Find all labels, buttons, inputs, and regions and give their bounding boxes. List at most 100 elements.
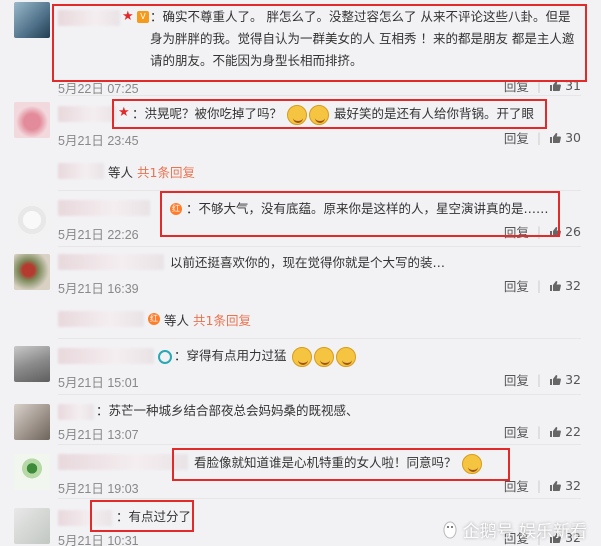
- teal-badge-icon: [158, 350, 172, 364]
- username[interactable]: [58, 254, 164, 270]
- avatar[interactable]: [14, 346, 50, 382]
- thumbs-up-icon: [550, 226, 562, 237]
- comment-text: 以前还挺喜欢你的，现在觉得你就是个大写的装…: [170, 255, 446, 270]
- avatar[interactable]: [14, 102, 50, 138]
- comment-text: ：苏芒一种城乡结合部夜总会妈妈桑的既视感、: [96, 403, 359, 418]
- reply-button[interactable]: 回复: [504, 222, 529, 241]
- comment-text-line: ：洪晃呢？被你吃掉了吗？ 最好笑的是还有人给你背锅。开了眼: [132, 103, 534, 125]
- username[interactable]: [58, 200, 150, 216]
- like-button[interactable]: 30: [549, 130, 581, 145]
- comment-time: 5月21日 22:26: [58, 228, 139, 242]
- thumbs-up-icon: [550, 480, 562, 491]
- vip-badge-icon: V: [137, 11, 149, 23]
- reply-button[interactable]: 回复: [504, 476, 529, 495]
- like-button[interactable]: 26: [549, 224, 581, 239]
- comment-text: ：不够大气，没有底蕴。原来你是这样的人，星空演讲真的是……: [186, 201, 549, 216]
- avatar[interactable]: [14, 508, 50, 544]
- comment-text: ：确实不尊重人了。 胖怎么了。没整过容怎么了 从来不评论这些八卦。但是身为胖胖的…: [150, 9, 575, 68]
- like-button[interactable]: 32: [549, 372, 581, 387]
- username[interactable]: [58, 454, 188, 470]
- red-badge-icon: 红: [148, 313, 160, 325]
- username: [58, 163, 104, 179]
- comment-item: 看脸像就知道谁是心机特重的女人啦！同意吗？ 5月21日 19:03 回复 | 3…: [0, 446, 601, 496]
- red-badge-icon: 红: [170, 203, 182, 215]
- comment-actions: 回复 | 26: [504, 222, 581, 241]
- avatar[interactable]: [14, 404, 50, 440]
- sub-reply-label: 等人: [164, 312, 190, 328]
- thumbs-up-icon: [550, 280, 562, 291]
- comment-time: 5月21日 15:01: [58, 376, 139, 390]
- like-button[interactable]: 22: [549, 424, 581, 439]
- thumbs-up-icon: [550, 426, 562, 437]
- watermark-text: 企鹅号 娱乐新看: [462, 522, 587, 542]
- username[interactable]: [58, 106, 116, 122]
- sub-reply-count[interactable]: 共1条回复: [193, 310, 251, 329]
- like-count: 26: [565, 224, 581, 239]
- comment-item: ：穿得有点用力过猛 5月21日 15:01 回复 | 32: [0, 340, 601, 392]
- comment-actions: 回复 | 32: [504, 370, 581, 389]
- laughing-emoji-icon: [335, 346, 356, 367]
- divider: [58, 338, 581, 339]
- reply-button[interactable]: 回复: [504, 370, 529, 389]
- comment-actions: 回复 | 31: [504, 76, 581, 95]
- divider: |: [536, 78, 542, 93]
- comment-actions: 回复 | 22: [504, 422, 581, 441]
- comment-text: ：有点过分了: [116, 509, 192, 524]
- comment-item: ：苏芒一种城乡结合部夜总会妈妈桑的既视感、 5月21日 13:07 回复 | 2…: [0, 396, 601, 442]
- comment-time: 5月21日 16:39: [58, 282, 139, 296]
- divider: [58, 444, 581, 445]
- comment-item: ★ V ：确实不尊重人了。 胖怎么了。没整过容怎么了 从来不评论这些八卦。但是身…: [0, 0, 601, 96]
- sub-reply-label: 等人: [108, 164, 134, 180]
- username[interactable]: [58, 348, 154, 364]
- thumbs-up-icon: [550, 374, 562, 385]
- like-count: 32: [565, 278, 581, 293]
- divider: [58, 190, 581, 191]
- comment-actions: 回复 | 32: [504, 276, 581, 295]
- avatar[interactable]: [14, 454, 50, 490]
- comment-text: ：穿得有点用力过猛: [174, 348, 287, 363]
- divider: [58, 394, 581, 395]
- watermark: 企鹅号 娱乐新看: [441, 517, 587, 542]
- penguin-logo-icon: [443, 521, 457, 538]
- avatar[interactable]: [14, 2, 50, 38]
- username: [58, 311, 144, 327]
- username[interactable]: [58, 404, 94, 420]
- like-count: 22: [565, 424, 581, 439]
- comment-text: 看脸像就知道谁是心机特重的女人啦！同意吗？: [194, 455, 457, 470]
- star-badge-icon: ★: [118, 105, 130, 120]
- sub-reply-summary[interactable]: 等人 共1条回复: [58, 160, 195, 182]
- comment-item: 以前还挺喜欢你的，现在觉得你就是个大写的装… 5月21日 16:39 回复 | …: [0, 248, 601, 300]
- comment-actions: 回复 | 32: [504, 476, 581, 495]
- reply-button[interactable]: 回复: [504, 128, 529, 147]
- reply-button[interactable]: 回复: [504, 422, 529, 441]
- thumbs-up-icon: [550, 132, 562, 143]
- comment-time: 5月21日 19:03: [58, 482, 139, 496]
- comment-time: 5月21日 23:45: [58, 134, 139, 148]
- like-button[interactable]: 32: [549, 478, 581, 493]
- thumbs-up-icon: [550, 80, 562, 91]
- like-count: 31: [565, 78, 581, 93]
- username[interactable]: [58, 10, 120, 26]
- divider: |: [536, 224, 542, 239]
- reply-button[interactable]: 回复: [504, 76, 529, 95]
- comment-actions: 回复 | 30: [504, 128, 581, 147]
- like-button[interactable]: 32: [549, 278, 581, 293]
- reply-button[interactable]: 回复: [504, 276, 529, 295]
- comment-item: ★ ：洪晃呢？被你吃掉了吗？ 最好笑的是还有人给你背锅。开了眼 5月21日 23…: [0, 96, 601, 148]
- sub-reply-count[interactable]: 共1条回复: [137, 162, 195, 181]
- divider: |: [536, 478, 542, 493]
- like-button[interactable]: 31: [549, 78, 581, 93]
- laughing-emoji-icon: [291, 346, 312, 367]
- comment-text: ：洪晃呢？被你吃掉了吗？: [132, 106, 283, 121]
- avatar[interactable]: [14, 202, 50, 238]
- comment-item: 红 ：不够大气，没有底蕴。原来你是这样的人，星空演讲真的是…… 5月21日 22…: [0, 192, 601, 244]
- username[interactable]: [58, 510, 112, 526]
- avatar[interactable]: [14, 254, 50, 290]
- like-count: 30: [565, 130, 581, 145]
- divider: [58, 246, 581, 247]
- sub-reply-summary[interactable]: 红 等人 共1条回复: [58, 308, 251, 330]
- like-count: 32: [565, 372, 581, 387]
- divider: |: [536, 424, 542, 439]
- divider: [58, 498, 581, 499]
- divider: |: [536, 130, 542, 145]
